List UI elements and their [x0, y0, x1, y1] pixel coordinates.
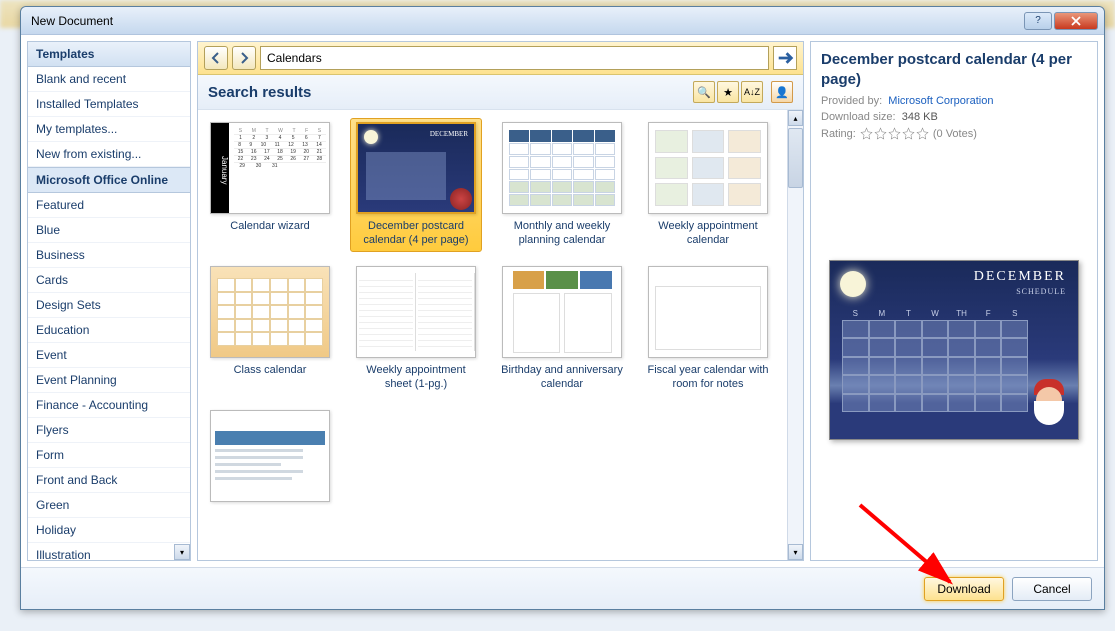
new-document-dialog: New Document ? Templates Blank and recen…	[20, 6, 1105, 610]
breadcrumb-bar: Calendars	[198, 42, 803, 75]
sidebar-item-holiday[interactable]: Holiday	[28, 518, 190, 543]
sidebar-item-form[interactable]: Form	[28, 443, 190, 468]
preview-image: DECEMBER SCHEDULE SMTWTHFS	[829, 260, 1079, 440]
template-card[interactable]	[204, 406, 336, 540]
sidebar-item-microsoft-office-online[interactable]: Microsoft Office Online	[28, 167, 190, 193]
results-title: Search results	[208, 84, 693, 101]
sidebar-item-featured[interactable]: Featured	[28, 193, 190, 218]
close-button[interactable]	[1054, 12, 1098, 30]
sidebar-item-education[interactable]: Education	[28, 318, 190, 343]
breadcrumb-text: Calendars	[267, 51, 322, 65]
download-button[interactable]: Download	[924, 577, 1004, 601]
moon-icon	[840, 271, 866, 297]
template-card[interactable]: Weekly appointment calendar	[642, 118, 774, 252]
breadcrumb-go-button[interactable]	[773, 46, 797, 70]
template-card[interactable]: Class calendar	[204, 262, 336, 396]
sidebar-list[interactable]: Blank and recentInstalled TemplatesMy te…	[28, 67, 190, 560]
titlebar-controls: ?	[1024, 12, 1098, 30]
template-label: Class calendar	[234, 364, 307, 392]
template-card[interactable]: Birthday and anniversary calendar	[496, 262, 628, 396]
sidebar-item-front-and-back[interactable]: Front and Back	[28, 468, 190, 493]
template-card[interactable]: DECEMBERDecember postcard calendar (4 pe…	[350, 118, 482, 252]
view-sort-button[interactable]: A↓Z	[741, 81, 763, 103]
cancel-button[interactable]: Cancel	[1012, 577, 1092, 601]
preview-calendar: SMTWTHFS	[842, 309, 1028, 415]
dialog-body: Templates Blank and recentInstalled Temp…	[21, 35, 1104, 567]
breadcrumb-input[interactable]: Calendars	[260, 46, 769, 70]
template-label: Calendar wizard	[230, 220, 309, 248]
sidebar-item-cards[interactable]: Cards	[28, 268, 190, 293]
sidebar-header: Templates	[28, 42, 190, 67]
sidebar-item-blue[interactable]: Blue	[28, 218, 190, 243]
sidebar-item-blank-and-recent[interactable]: Blank and recent	[28, 67, 190, 92]
results-grid[interactable]: ▴ ▾ JanuarySMTWTFS1234567891011121314151…	[198, 110, 803, 560]
center-pane: Calendars Search results 🔍 ★ A↓Z 👤 ▴	[197, 41, 804, 561]
preview-month: DECEMBER	[974, 269, 1066, 285]
sidebar-item-illustration[interactable]: Illustration	[28, 543, 190, 560]
dialog-footer: Download Cancel	[21, 567, 1104, 609]
template-label: Weekly appointment calendar	[646, 220, 770, 248]
results-scrollbar[interactable]: ▴ ▾	[787, 110, 803, 560]
nav-back-button[interactable]	[204, 46, 228, 70]
template-card[interactable]: Weekly appointment sheet (1-pg.)	[350, 262, 482, 396]
window-title: New Document	[27, 14, 1024, 28]
template-label: Birthday and anniversary calendar	[500, 364, 624, 392]
preview-subtitle: SCHEDULE	[1016, 287, 1066, 296]
sidebar-item-business[interactable]: Business	[28, 243, 190, 268]
preview-title: December postcard calendar (4 per page)	[821, 50, 1087, 89]
sidebar-item-finance-accounting[interactable]: Finance - Accounting	[28, 393, 190, 418]
nav-forward-button[interactable]	[232, 46, 256, 70]
template-label: Weekly appointment sheet (1-pg.)	[354, 364, 478, 392]
sidebar-item-new-from-existing-[interactable]: New from existing...	[28, 142, 190, 167]
templates-sidebar: Templates Blank and recentInstalled Temp…	[27, 41, 191, 561]
sidebar-scroll-down-icon[interactable]: ▾	[174, 544, 190, 560]
sidebar-item-my-templates-[interactable]: My templates...	[28, 117, 190, 142]
sidebar-item-installed-templates[interactable]: Installed Templates	[28, 92, 190, 117]
preview-rating: Rating: (0 Votes)	[821, 127, 1087, 140]
sidebar-item-design-sets[interactable]: Design Sets	[28, 293, 190, 318]
rating-votes: (0 Votes)	[933, 128, 977, 140]
sidebar-item-event-planning[interactable]: Event Planning	[28, 368, 190, 393]
preview-provided-by: Provided by: Microsoft Corporation	[821, 95, 1087, 107]
provider-link[interactable]: Microsoft Corporation	[888, 95, 993, 107]
preview-image-area: DECEMBER SCHEDULE SMTWTHFS	[821, 148, 1087, 552]
scroll-down-icon[interactable]: ▾	[788, 544, 803, 560]
view-zoom-button[interactable]: 🔍	[693, 81, 715, 103]
scroll-up-icon[interactable]: ▴	[788, 110, 803, 126]
template-card[interactable]: Fiscal year calendar with room for notes	[642, 262, 774, 396]
template-card[interactable]: JanuarySMTWTFS12345678910111213141516171…	[204, 118, 336, 252]
sidebar-item-green[interactable]: Green	[28, 493, 190, 518]
sidebar-item-event[interactable]: Event	[28, 343, 190, 368]
view-favorites-button[interactable]: ★	[717, 81, 739, 103]
template-label: Monthly and weekly planning calendar	[500, 220, 624, 248]
template-card[interactable]: Monthly and weekly planning calendar	[496, 118, 628, 252]
scroll-thumb[interactable]	[788, 128, 803, 188]
sidebar-item-flyers[interactable]: Flyers	[28, 418, 190, 443]
template-label: December postcard calendar (4 per page)	[354, 220, 478, 248]
view-toolbar: 🔍 ★ A↓Z 👤	[693, 81, 793, 103]
user-templates-button[interactable]: 👤	[771, 81, 793, 103]
preview-pane: December postcard calendar (4 per page) …	[810, 41, 1098, 561]
santa-icon	[1026, 379, 1074, 435]
titlebar: New Document ?	[21, 7, 1104, 35]
template-label: Fiscal year calendar with room for notes	[646, 364, 770, 392]
preview-download-size: Download size: 348 KB	[821, 111, 1087, 123]
rating-stars[interactable]	[860, 127, 929, 140]
help-button[interactable]: ?	[1024, 12, 1052, 30]
results-header: Search results 🔍 ★ A↓Z 👤	[198, 75, 803, 110]
